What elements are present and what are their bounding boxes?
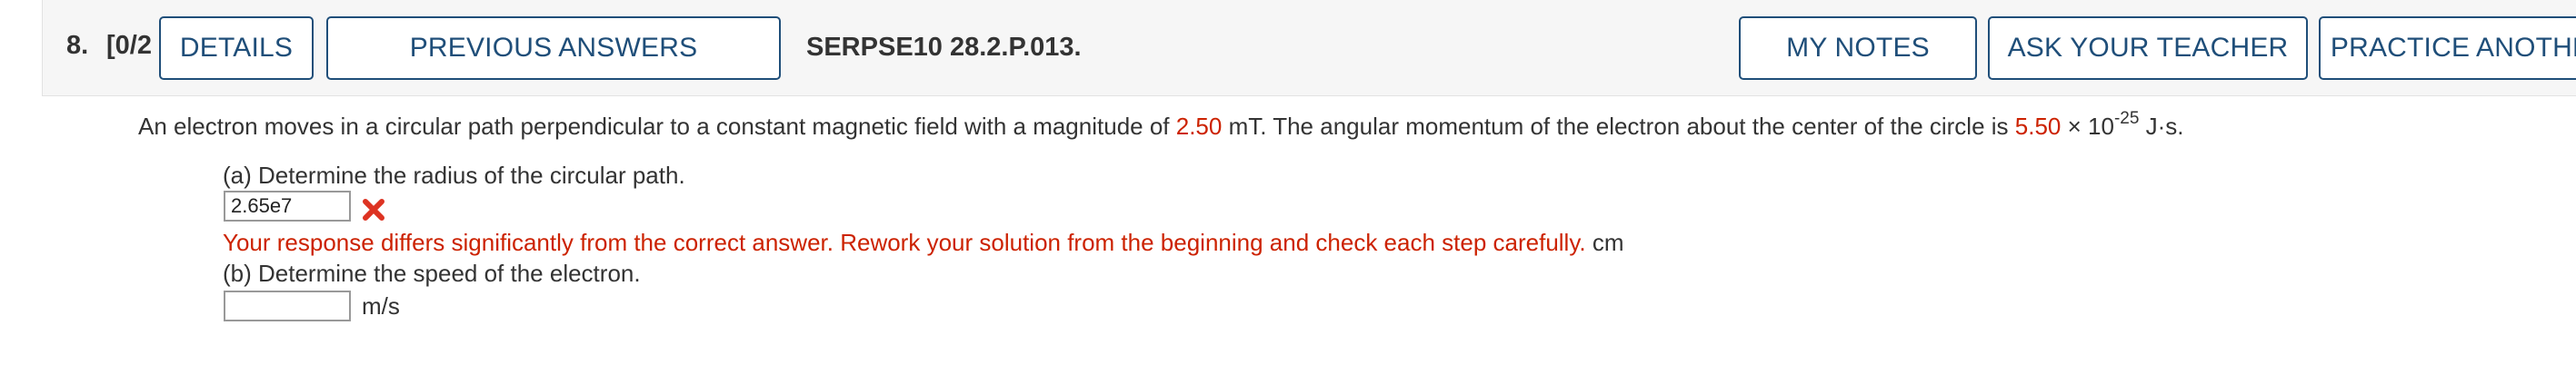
part-a-prompt: (a) Determine the radius of the circular… bbox=[223, 162, 685, 189]
incorrect-x-icon bbox=[363, 199, 384, 221]
problem-id: SERPSE10 28.2.P.013. bbox=[806, 33, 1082, 62]
practice-another-button[interactable]: PRACTICE ANOTHER bbox=[2319, 16, 2576, 80]
part-b-unit: m/s bbox=[362, 292, 400, 320]
field-value: 2.50 bbox=[1175, 113, 1223, 140]
momentum-value: 5.50 bbox=[2014, 113, 2062, 140]
part-b-answer-input[interactable] bbox=[224, 291, 351, 321]
my-notes-button[interactable]: MY NOTES bbox=[1739, 16, 1977, 80]
part-a-feedback: Your response differs significantly from… bbox=[223, 229, 1624, 256]
problem-statement: An electron moves in a circular path per… bbox=[138, 109, 2184, 140]
question-header: 8. [0/2 Points] DETAILS PREVIOUS ANSWERS… bbox=[42, 0, 2576, 96]
question-number: 8. bbox=[66, 31, 89, 60]
exponent: -25 bbox=[2113, 109, 2140, 128]
part-b-prompt: (b) Determine the speed of the electron. bbox=[223, 260, 641, 287]
details-button[interactable]: DETAILS bbox=[159, 16, 314, 80]
previous-answers-button[interactable]: PREVIOUS ANSWERS bbox=[326, 16, 781, 80]
part-a-unit: cm bbox=[1592, 229, 1624, 256]
ask-your-teacher-button[interactable]: ASK YOUR TEACHER bbox=[1988, 16, 2308, 80]
part-a-answer-input[interactable] bbox=[224, 191, 351, 222]
